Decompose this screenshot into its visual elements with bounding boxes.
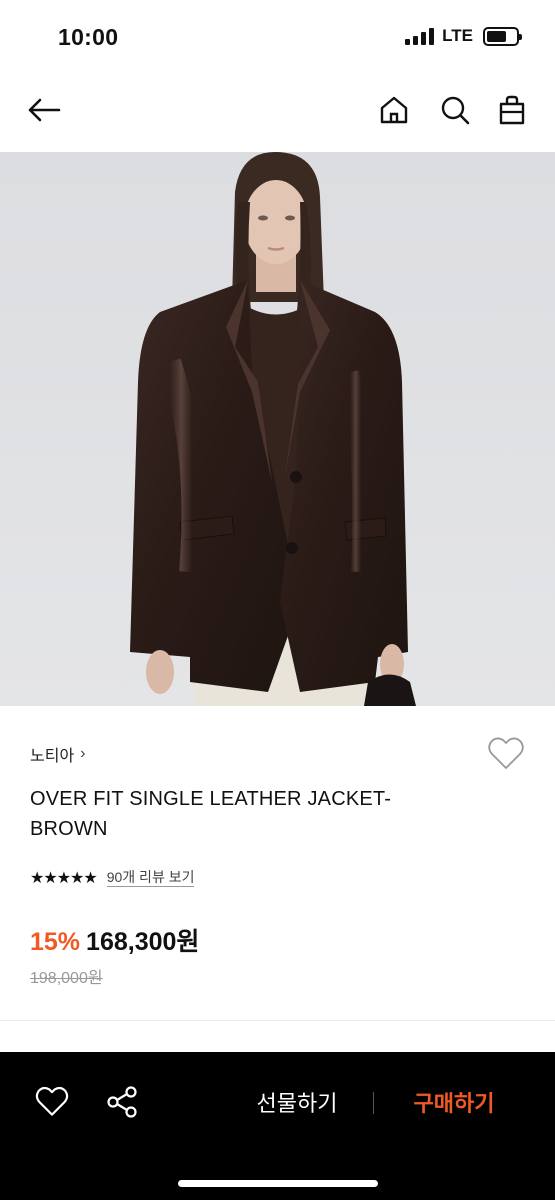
buy-button[interactable]: 구매하기	[390, 1082, 518, 1122]
top-nav-bar	[0, 72, 555, 152]
signal-icon	[405, 27, 435, 45]
product-title: OVER FIT SINGLE LEATHER JACKET-BROWN	[30, 788, 392, 840]
product-image-gallery[interactable]	[0, 152, 555, 706]
shopping-bag-button[interactable]	[490, 88, 534, 132]
arrow-left-icon	[28, 98, 61, 122]
back-button[interactable]	[22, 88, 66, 132]
share-button[interactable]	[104, 1084, 140, 1120]
star-rating: ★★★★★	[30, 870, 98, 887]
heart-icon	[35, 1086, 69, 1116]
share-icon	[107, 1086, 137, 1118]
status-indicators: LTE	[405, 26, 522, 46]
search-button[interactable]	[433, 88, 477, 132]
bottom-action-bar: 선물하기 구매하기	[0, 1052, 555, 1200]
shopping-bag-icon	[499, 95, 525, 125]
status-bar: 10:00 LTE	[0, 0, 555, 72]
sale-price: 168,300원	[86, 928, 200, 956]
original-price: 198,000원	[30, 970, 103, 987]
status-time: 10:00	[58, 24, 119, 50]
price-row: 15% 168,300원	[30, 922, 199, 958]
brand-link[interactable]: 노티아 ›	[30, 742, 86, 766]
review-link[interactable]: 90개 리뷰 보기	[106, 869, 195, 887]
network-label: LTE	[442, 26, 473, 45]
home-button[interactable]	[372, 88, 416, 132]
search-icon	[441, 96, 470, 125]
bottom-wishlist-button[interactable]	[34, 1084, 70, 1120]
home-icon	[380, 96, 408, 124]
divider	[373, 1092, 374, 1114]
brand-name: 노티아	[30, 748, 75, 765]
heart-icon	[488, 737, 524, 769]
rating-row: ★★★★★ 90개 리뷰 보기	[30, 868, 195, 888]
home-indicator	[178, 1180, 378, 1187]
discount-rate: 15%	[30, 928, 81, 956]
wishlist-button[interactable]	[486, 734, 526, 774]
gift-button[interactable]: 선물하기	[232, 1082, 362, 1122]
battery-icon	[483, 26, 522, 46]
divider	[0, 1020, 555, 1021]
product-photo	[0, 152, 555, 706]
chevron-right-icon: ›	[80, 745, 86, 762]
